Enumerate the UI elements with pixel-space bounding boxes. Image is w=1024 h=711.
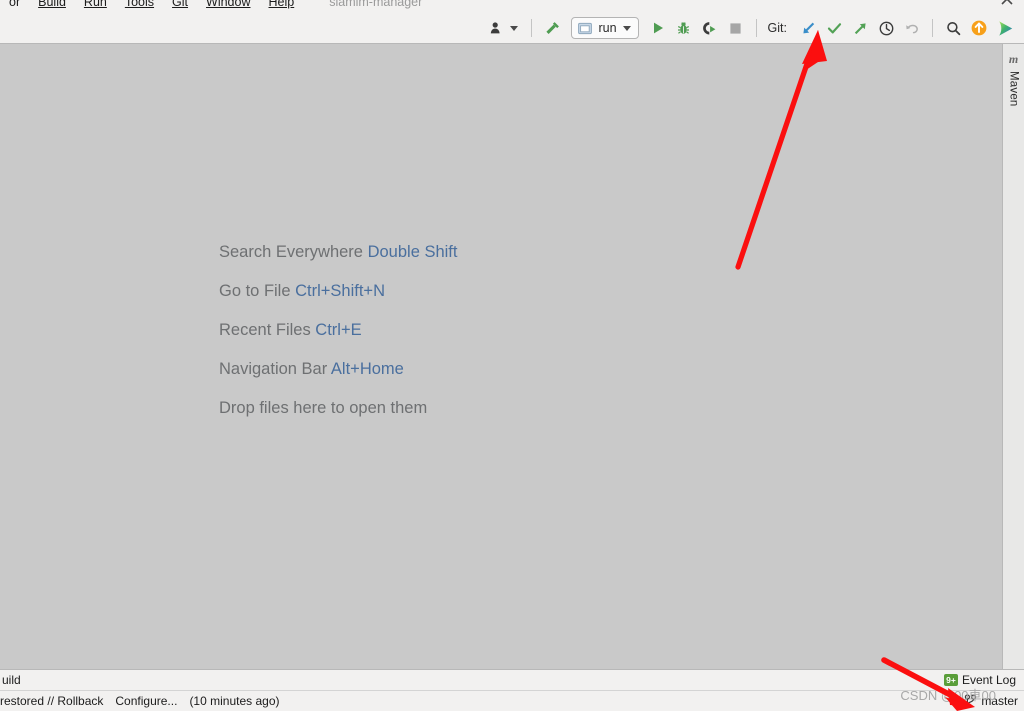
event-log-label: Event Log [961,673,1016,687]
hint-row: Navigation Bar Alt+Home [219,355,457,383]
status-bar: restored // Rollback Configure... (10 mi… [0,690,1024,711]
commit-checkmark-icon[interactable] [821,16,847,40]
run-configuration-chevron-down-icon[interactable] [622,25,631,31]
hint-action: Search Everywhere [219,243,363,261]
hint-shortcut: Ctrl+Shift+N [295,282,385,300]
menu-item-label: Git [172,0,189,9]
toolbar-separator [932,19,933,37]
deploy-play-icon[interactable] [992,16,1018,40]
main-toolbar: run Git: [0,13,1024,44]
tool-window-button-maven[interactable]: Maven [1008,71,1020,107]
menu-item-label: Window [206,0,251,9]
chevron-up-icon[interactable] [998,0,1016,11]
git-branch-icon [964,693,977,709]
menu-item-help[interactable]: Help [260,0,304,13]
menu-bar: or Build Run Tools Git Window Help siami… [0,0,1024,13]
git-branch-label: master [981,694,1018,708]
menu-item-label: Run [83,0,107,9]
event-log-button[interactable]: 9+ Event Log [943,673,1016,687]
profile-chevron-down-icon[interactable] [510,25,519,31]
hint-shortcut: Alt+Home [330,360,404,378]
empty-editor-hints: Search Everywhere Double Shift Go to Fil… [219,238,457,422]
menu-item-window[interactable]: Window [197,0,259,13]
run-configuration-selector[interactable]: run [571,17,639,39]
update-project-arrow-icon[interactable] [795,16,821,40]
configure-link[interactable]: Configure... [115,694,177,708]
menu-item-run[interactable]: Run [75,0,116,13]
play-run-icon[interactable] [645,16,671,40]
hint-row: Recent Files Ctrl+E [219,316,457,344]
drop-files-hint: Drop files here to open them [219,399,428,417]
maven-icon: m [1008,52,1019,66]
hint-shortcut: Ctrl+E [315,321,362,339]
menu-item-build[interactable]: Build [29,0,75,13]
menu-item-git[interactable]: Git [163,0,197,13]
menu-item-label: or [9,0,21,9]
run-with-coverage-icon[interactable] [697,16,723,40]
toolbar-separator [755,19,757,37]
hint-shortcut: Double Shift [367,243,458,261]
hint-action: Go to File [219,282,291,300]
annotation-overlay [735,30,975,711]
menu-item-tools[interactable]: Tools [116,0,163,13]
status-message: restored // Rollback [0,694,104,708]
ide-window: or Build Run Tools Git Window Help siami… [0,0,1024,711]
run-configuration-label: run [598,21,617,35]
right-tool-window-bar: m Maven [1002,44,1024,669]
stop-square-icon [723,16,749,40]
git-label: Git: [767,21,787,35]
status-timestamp: (10 minutes ago) [189,694,280,708]
menu-item-or[interactable]: or [0,0,29,13]
tool-window-button-build[interactable]: uild [0,673,21,687]
run-configuration-icon [578,22,593,35]
menu-item-label: Help [268,0,295,9]
hint-row: Search Everywhere Double Shift [219,238,457,266]
search-magnifier-icon[interactable] [940,16,966,40]
bug-debug-icon[interactable] [671,16,697,40]
user-profile-icon[interactable] [486,16,508,40]
menu-item-label: Build [38,0,66,9]
menu-item-label: Tools [124,0,155,9]
push-arrow-icon[interactable] [847,16,873,40]
hammer-build-icon[interactable] [539,16,565,40]
git-branch-widget[interactable]: master [964,693,1018,709]
event-log-notification-icon: 9+ [943,674,958,686]
window-title: siamim-manager [329,0,423,9]
bottom-tool-window-bar: uild 9+ Event Log [0,669,1024,690]
toolbar-separator [531,19,533,37]
hint-action: Navigation Bar [219,360,328,378]
hint-row: Go to File Ctrl+Shift+N [219,277,457,305]
rollback-undo-icon [899,16,925,40]
hint-action: Recent Files [219,321,311,339]
upload-circle-icon[interactable] [966,16,992,40]
red-arrow-pointing-to-git-update [735,30,827,270]
history-clock-icon[interactable] [873,16,899,40]
